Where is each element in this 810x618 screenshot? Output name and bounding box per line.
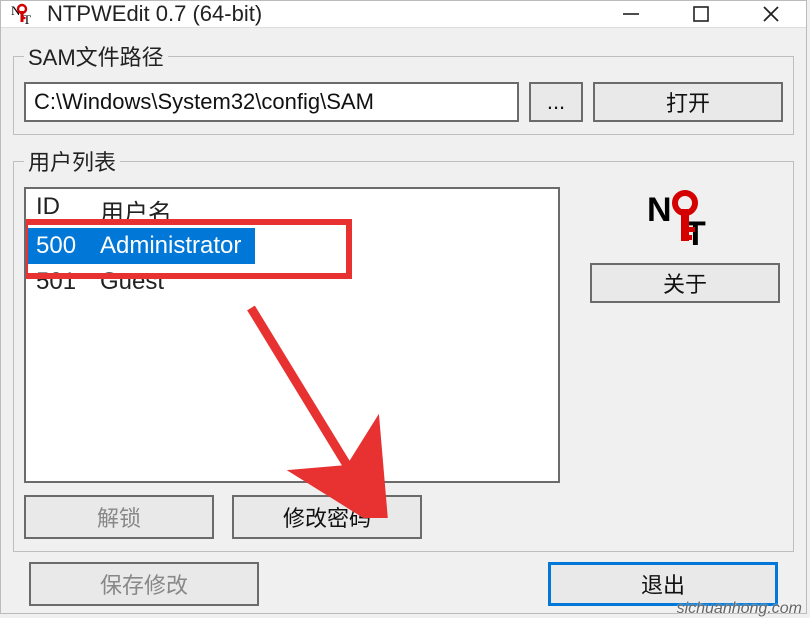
client-area: SAM文件路径 ... 打开 用户列表 ID 用户名 bbox=[1, 28, 806, 614]
list-header: ID 用户名 bbox=[26, 189, 558, 228]
about-button-label: 关于 bbox=[663, 267, 707, 299]
change-password-button[interactable]: 修改密码 bbox=[232, 495, 422, 539]
save-button[interactable]: 保存修改 bbox=[29, 562, 259, 606]
list-item[interactable]: 500 Administrator bbox=[26, 228, 255, 264]
window-title: NTPWEdit 0.7 (64-bit) bbox=[47, 1, 596, 27]
list-item[interactable]: 501 Guest bbox=[26, 264, 558, 300]
titlebar: N T NTPWEdit 0.7 (64-bit) bbox=[1, 1, 806, 28]
app-logo: N T bbox=[645, 187, 725, 251]
exit-button-label: 退出 bbox=[641, 568, 685, 600]
sam-path-group: SAM文件路径 ... 打开 bbox=[13, 40, 794, 135]
unlock-button[interactable]: 解锁 bbox=[24, 495, 214, 539]
list-item-id: 501 bbox=[36, 268, 86, 296]
header-id: ID bbox=[36, 193, 86, 228]
userlist-legend: 用户列表 bbox=[24, 145, 120, 177]
maximize-button[interactable] bbox=[666, 1, 736, 27]
open-button-label: 打开 bbox=[666, 86, 710, 118]
app-window: N T NTPWEdit 0.7 (64-bit) SAM文件路径 bbox=[0, 0, 807, 614]
browse-button[interactable]: ... bbox=[529, 82, 583, 122]
unlock-button-label: 解锁 bbox=[97, 501, 141, 533]
list-item-name: Administrator bbox=[100, 232, 241, 260]
browse-button-label: ... bbox=[547, 89, 565, 115]
header-name: 用户名 bbox=[100, 193, 172, 228]
bottom-row: 保存修改 退出 bbox=[13, 562, 794, 606]
app-icon: N T bbox=[11, 2, 35, 26]
user-listbox[interactable]: ID 用户名 500 Administrator 501 Guest bbox=[24, 187, 560, 483]
window-controls bbox=[596, 1, 806, 27]
close-button[interactable] bbox=[736, 1, 806, 27]
exit-button[interactable]: 退出 bbox=[548, 562, 778, 606]
sam-path-legend: SAM文件路径 bbox=[24, 40, 168, 72]
list-item-name: Guest bbox=[100, 268, 164, 296]
svg-text:N: N bbox=[647, 191, 672, 229]
change-password-button-label: 修改密码 bbox=[283, 501, 371, 533]
open-button[interactable]: 打开 bbox=[593, 82, 783, 122]
userlist-group: 用户列表 ID 用户名 500 Administrator bbox=[13, 145, 794, 552]
about-button[interactable]: 关于 bbox=[590, 263, 780, 303]
minimize-button[interactable] bbox=[596, 1, 666, 27]
list-item-id: 500 bbox=[36, 232, 86, 260]
save-button-label: 保存修改 bbox=[100, 568, 188, 600]
sam-path-input[interactable] bbox=[24, 82, 519, 122]
